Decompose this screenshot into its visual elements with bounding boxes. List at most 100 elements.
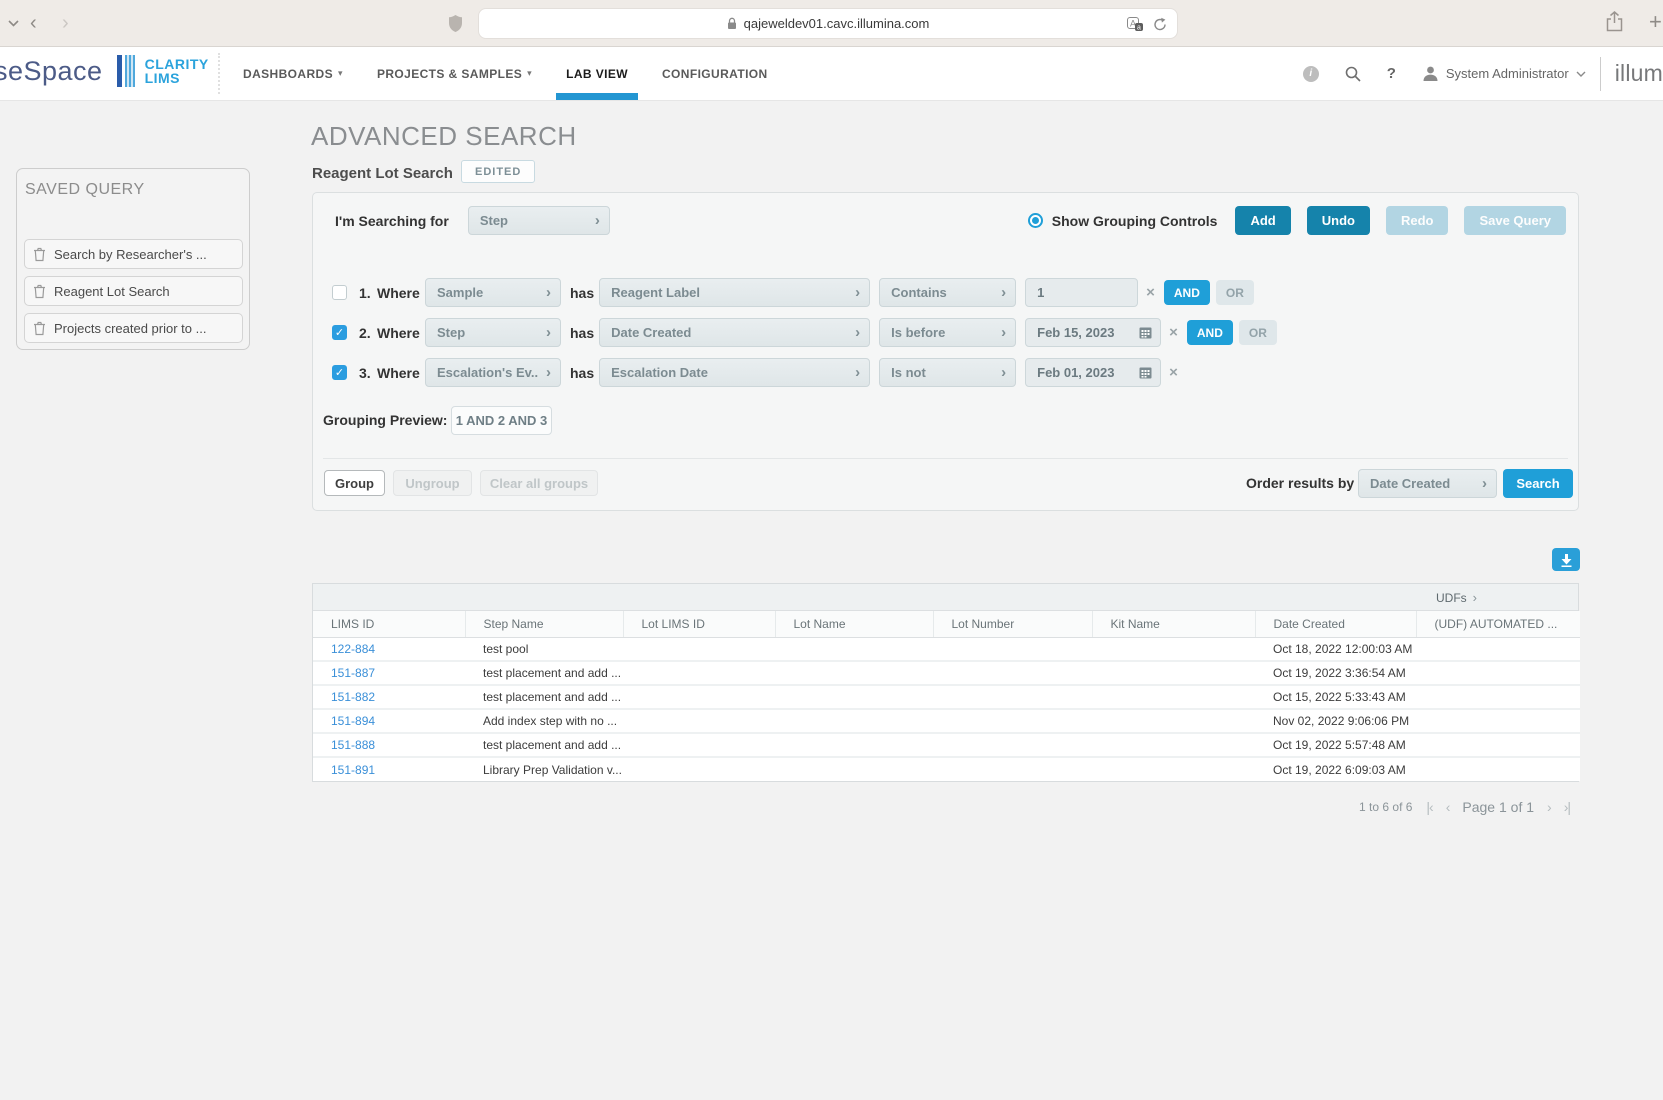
info-icon[interactable]: i [1303,66,1319,82]
reload-icon[interactable] [1153,17,1167,32]
new-tab-icon[interactable]: + [1649,12,1662,32]
next-page-icon[interactable]: › [1547,799,1551,815]
order-by-select[interactable]: Date Created› [1358,469,1497,498]
property-select[interactable]: Date Created› [599,318,870,347]
where-label: Where [377,285,425,301]
column-header[interactable]: Lot Name [775,611,933,637]
group-button[interactable]: Group [324,470,385,496]
has-label: has [570,365,594,381]
property-select[interactable]: Reagent Label› [599,278,870,307]
column-header[interactable]: Lot LIMS ID [623,611,775,637]
lims-id-link[interactable]: 151-891 [331,763,375,777]
main-nav: DASHBOARDS▾ PROJECTS & SAMPLES▾ LAB VIEW… [243,47,768,100]
help-icon[interactable]: ? [1387,65,1396,82]
calendar-icon[interactable] [1139,366,1152,379]
forward-icon[interactable]: › [62,12,69,34]
translate-icon[interactable]: Aa [1127,17,1144,32]
trash-icon[interactable] [33,247,46,262]
download-results-button[interactable] [1552,548,1580,571]
calendar-icon[interactable] [1139,326,1152,339]
column-header[interactable]: Lot Number [933,611,1092,637]
chevron-down-icon[interactable] [8,20,19,27]
condition-checkbox[interactable] [332,285,347,300]
lims-id-link[interactable]: 151-894 [331,714,375,728]
remove-condition-icon[interactable]: × [1146,284,1155,301]
nav-configuration[interactable]: CONFIGURATION [662,47,768,100]
chevron-right-icon: › [855,364,860,381]
date-input[interactable]: Feb 01, 2023 [1025,358,1161,387]
date-input[interactable]: Feb 15, 2023 [1025,318,1161,347]
back-icon[interactable]: ‹ [30,12,37,34]
shield-icon[interactable] [448,14,463,33]
share-icon[interactable] [1606,11,1623,32]
lims-id-link[interactable]: 151-882 [331,690,375,704]
field-select[interactable]: Sample› [425,278,561,307]
operator-select[interactable]: Contains› [879,278,1016,307]
table-row: 151-888 test placement and add ... Oct 1… [313,733,1580,757]
table-row: 122-884 test pool Oct 18, 2022 12:00:03 … [313,637,1580,661]
chevron-right-icon: › [1001,364,1006,381]
nav-projects-samples[interactable]: PROJECTS & SAMPLES▾ [377,47,532,100]
column-header[interactable]: Step Name [465,611,623,637]
undo-button[interactable]: Undo [1307,206,1370,235]
condition-row-2: ✓ 2. Where Step› has Date Created› Is be… [332,318,1277,347]
table-row: 151-887 test placement and add ... Oct 1… [313,661,1580,685]
operator-select[interactable]: Is before› [879,318,1016,347]
saved-query-item[interactable]: Reagent Lot Search [24,276,243,306]
clear-all-groups-button[interactable]: Clear all groups [480,470,598,496]
or-button[interactable]: OR [1216,280,1254,305]
download-icon [1560,553,1573,567]
nav-dashboards[interactable]: DASHBOARDS▾ [243,47,343,100]
order-results-label: Order results by [1246,475,1354,491]
and-button[interactable]: AND [1164,280,1210,305]
saved-query-panel: SAVED QUERY Search by Researcher's ... R… [16,168,250,350]
first-page-icon[interactable]: |‹ [1426,799,1432,815]
operator-select[interactable]: Is not› [879,358,1016,387]
address-bar[interactable]: qajeweldev01.cavc.illumina.com Aa [478,8,1178,39]
save-query-button[interactable]: Save Query [1464,206,1566,235]
chevron-right-icon: › [1482,475,1487,492]
chevron-down-icon [1576,71,1586,77]
lims-id-link[interactable]: 151-888 [331,738,375,752]
query-builder-panel: I'm Searching for Step› Show Grouping Co… [312,192,1579,511]
caret-down-icon: ▾ [527,68,532,79]
user-menu[interactable]: System Administrator [1422,65,1586,82]
last-page-icon[interactable]: ›| [1564,799,1570,815]
property-select[interactable]: Escalation Date› [599,358,870,387]
add-button[interactable]: Add [1235,206,1290,235]
saved-query-item[interactable]: Projects created prior to ... [24,313,243,343]
lims-id-link[interactable]: 122-884 [331,642,375,656]
and-button[interactable]: AND [1187,320,1233,345]
redo-button[interactable]: Redo [1386,206,1449,235]
or-button[interactable]: OR [1239,320,1277,345]
column-header[interactable]: Date Created [1255,611,1416,637]
nav-lab-view[interactable]: LAB VIEW [566,47,628,100]
date-created-cell: Nov 02, 2022 9:06:06 PM [1255,709,1416,733]
remove-condition-icon[interactable]: × [1169,364,1178,381]
search-icon[interactable] [1345,66,1361,82]
saved-query-item[interactable]: Search by Researcher's ... [24,239,243,269]
value-input[interactable]: 1 [1025,278,1138,307]
field-select[interactable]: Step› [425,318,561,347]
ungroup-button[interactable]: Ungroup [393,470,472,496]
basespace-logo-text: seSpace [0,56,103,87]
column-header[interactable]: (UDF) AUTOMATED ... [1416,611,1580,637]
date-created-cell: Oct 19, 2022 5:57:48 AM [1255,733,1416,757]
trash-icon[interactable] [33,284,46,299]
column-header[interactable]: LIMS ID [313,611,465,637]
page-indicator: Page 1 of 1 [1462,799,1534,815]
show-grouping-radio[interactable] [1028,213,1043,228]
lims-id-link[interactable]: 151-887 [331,666,375,680]
condition-checkbox[interactable]: ✓ [332,325,347,340]
search-button[interactable]: Search [1503,469,1573,498]
user-icon [1422,65,1439,82]
prev-page-icon[interactable]: ‹ [1446,799,1450,815]
remove-condition-icon[interactable]: × [1169,324,1178,341]
condition-checkbox[interactable]: ✓ [332,365,347,380]
trash-icon[interactable] [33,321,46,336]
field-select[interactable]: Escalation's Ev...› [425,358,561,387]
searching-for-select[interactable]: Step› [468,206,610,235]
date-created-cell: Oct 18, 2022 12:00:03 AM [1255,637,1416,661]
column-header[interactable]: Kit Name [1092,611,1255,637]
udfs-toggle[interactable]: UDFs› [1436,590,1477,605]
